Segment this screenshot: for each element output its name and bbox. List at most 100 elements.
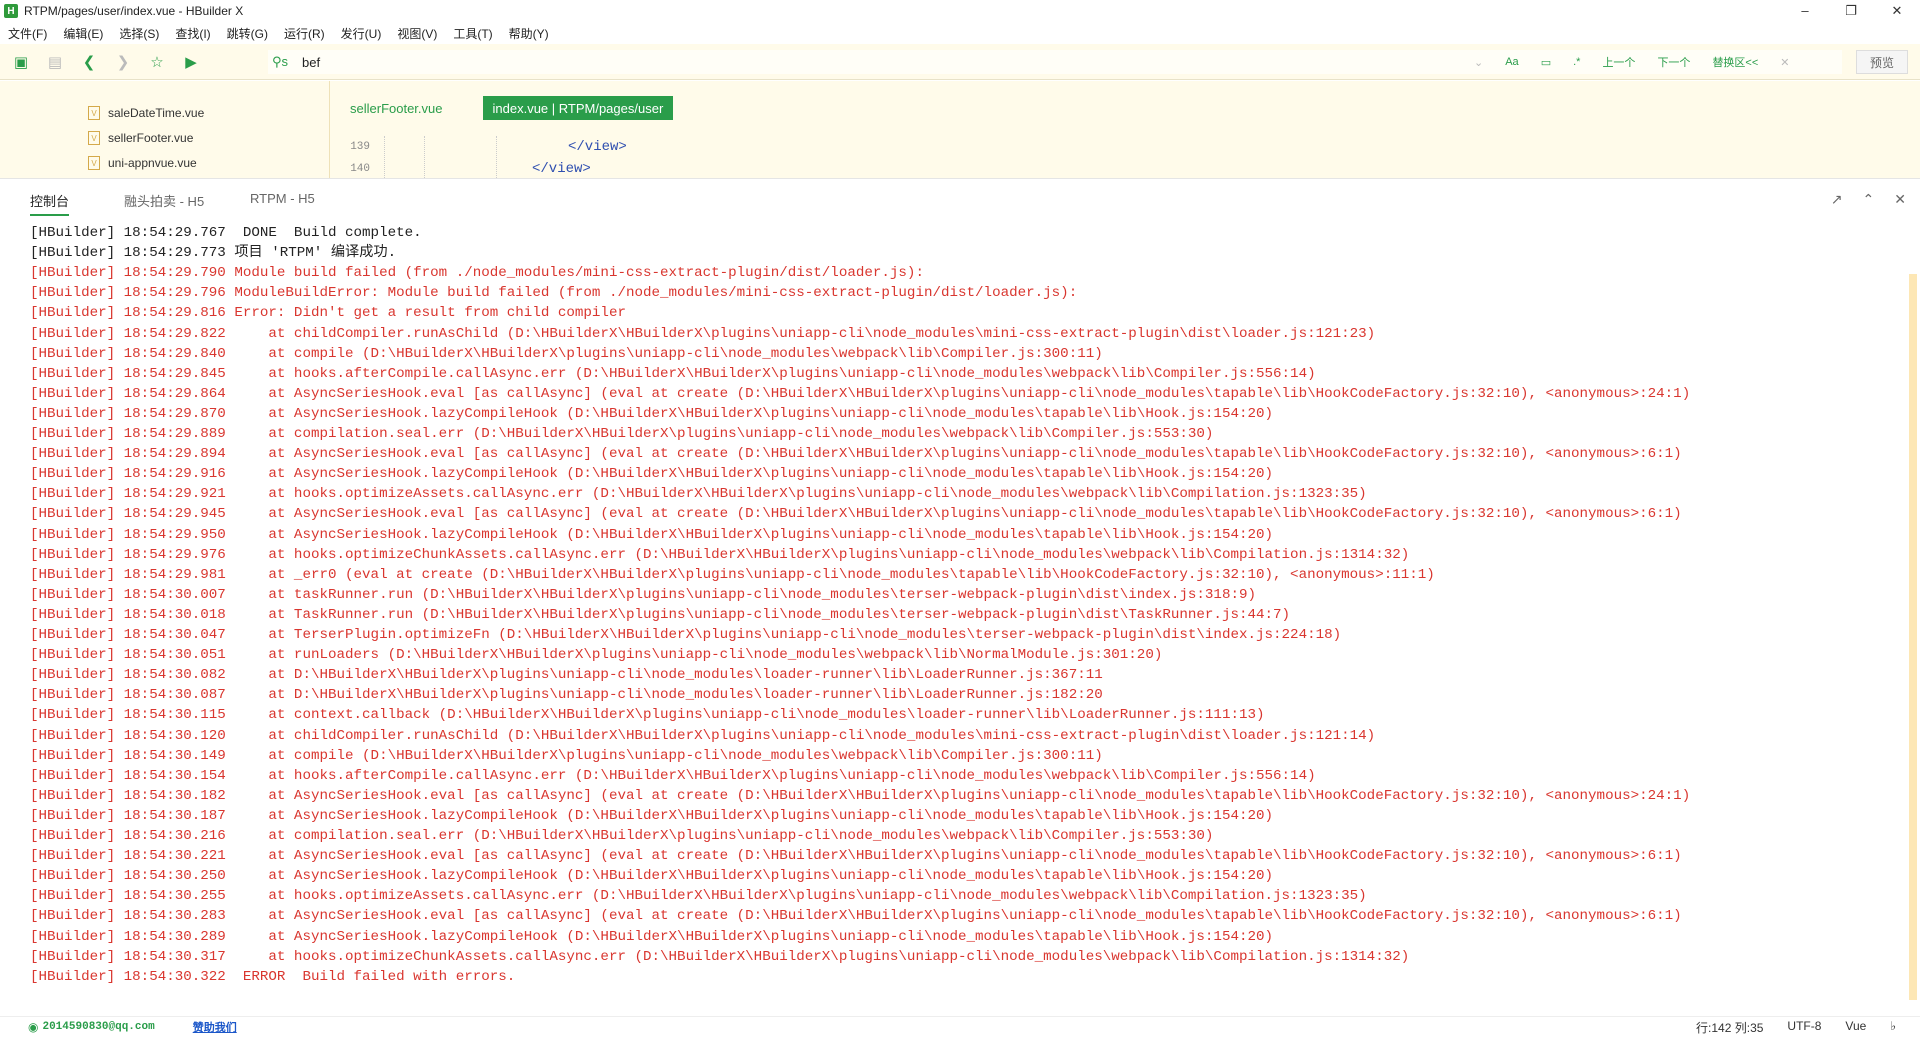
menu-file[interactable]: 文件(F) [0, 25, 55, 42]
user-icon: ◉ [28, 1020, 39, 1034]
console-line: [HBuilder] 18:54:29.822 at childCompiler… [30, 325, 1376, 342]
tab-console[interactable]: 控制台 [30, 191, 70, 216]
chevron-down-icon[interactable]: ⌄ [1474, 56, 1483, 69]
console-line: [HBuilder] 18:54:30.149 at compile (D:\H… [30, 747, 1103, 764]
save-icon[interactable]: ▤ [42, 49, 68, 75]
console-line: [HBuilder] 18:54:29.916 at AsyncSeriesHo… [30, 466, 1274, 483]
next-button[interactable]: 下一个 [1657, 54, 1690, 70]
menu-select[interactable]: 选择(S) [111, 25, 167, 42]
tree-item[interactable]: V saleDateTime.vue [88, 103, 204, 123]
scrollbar-thumb[interactable] [1909, 274, 1917, 1000]
preview-button[interactable]: 预览 [1856, 50, 1908, 74]
vue-file-icon: V [88, 156, 100, 170]
cursor-position[interactable]: 行:142 列:35 [1696, 1019, 1763, 1036]
console-line: [HBuilder] 18:54:29.845 at hooks.afterCo… [30, 365, 1316, 382]
close-console-icon[interactable]: ✕ [1894, 191, 1906, 208]
tree-item-label: sellerFooter.vue [108, 131, 194, 145]
tree-item[interactable]: V uni-appnvue.vue [88, 153, 197, 173]
back-icon[interactable]: ❮ [76, 49, 102, 75]
tab-seller-footer[interactable]: sellerFooter.vue [340, 96, 453, 120]
tab-auction-h5[interactable]: 融头拍卖 - H5 [124, 191, 204, 210]
console-line: [HBuilder] 18:54:29.889 at compilation.s… [30, 426, 1214, 442]
menu-help[interactable]: 帮助(Y) [501, 25, 557, 42]
code-line: </view> [568, 139, 627, 155]
status-bar: ◉ 2014590830@qq.com 赞助我们 行:142 列:35 UTF-… [0, 1016, 1920, 1037]
console-line: [HBuilder] 18:54:29.921 at hooks.optimiz… [30, 486, 1367, 503]
editor-tabs: sellerFooter.vue index.vue | RTPM/pages/… [340, 96, 674, 120]
console-line: [HBuilder] 18:54:30.007 at taskRunner.ru… [30, 586, 1256, 603]
tree-item-label: saleDateTime.vue [108, 106, 205, 120]
console-line: [HBuilder] 18:54:29.840 at compile (D:\H… [30, 345, 1103, 362]
editor-area: V saleDateTime.vue V sellerFooter.vue V … [0, 81, 1920, 178]
console-line: [HBuilder] 18:54:29.976 at hooks.optimiz… [30, 546, 1410, 563]
console-line: [HBuilder] 18:54:30.051 at runLoaders (D… [30, 647, 1163, 664]
minimize-icon[interactable]: – [1782, 3, 1828, 19]
sponsor-link[interactable]: 赞助我们 [193, 1019, 237, 1035]
close-find-icon[interactable]: ✕ [1780, 56, 1789, 69]
tree-item[interactable]: V sellerFooter.vue [88, 128, 193, 148]
menu-tools[interactable]: 工具(T) [445, 25, 500, 42]
line-number: 139 [350, 141, 370, 153]
console-output[interactable]: [HBuilder] 18:54:29.767 DONE Build compl… [0, 222, 1906, 1012]
star-icon[interactable]: ☆ [144, 49, 170, 75]
console-line: [HBuilder] 18:54:30.250 at AsyncSeriesHo… [30, 868, 1274, 885]
maximize-icon[interactable]: ❐ [1828, 3, 1874, 19]
run-icon[interactable]: ▶ [178, 49, 204, 75]
new-file-icon[interactable]: ▣ [8, 49, 34, 75]
menu-bar: 文件(F) 编辑(E) 选择(S) 查找(I) 跳转(G) 运行(R) 发行(U… [0, 22, 1920, 44]
encoding[interactable]: UTF-8 [1787, 1019, 1821, 1036]
console-line: [HBuilder] 18:54:30.120 at childCompiler… [30, 727, 1376, 744]
find-bar: ⚲s ⌄ Aa ▭ .* 上一个 下一个 替换区<< ✕ [268, 50, 1842, 74]
menu-run[interactable]: 运行(R) [276, 25, 333, 42]
menu-edit[interactable]: 编辑(E) [55, 25, 111, 42]
close-icon[interactable]: ✕ [1874, 3, 1920, 19]
console-line: [HBuilder] 18:54:29.945 at AsyncSeriesHo… [30, 506, 1682, 523]
console-line: [HBuilder] 18:54:29.981 at _err0 (eval a… [30, 566, 1435, 583]
bell-icon[interactable]: ♭ [1890, 1019, 1896, 1036]
tab-rtpm-h5[interactable]: RTPM - H5 [250, 191, 315, 206]
prev-button[interactable]: 上一个 [1602, 54, 1635, 70]
console-line: [HBuilder] 18:54:29.950 at AsyncSeriesHo… [30, 526, 1274, 543]
regex-icon[interactable]: .* [1573, 56, 1580, 68]
console-line: [HBuilder] 18:54:29.767 DONE Build compl… [30, 225, 422, 241]
console-line: [HBuilder] 18:54:30.221 at AsyncSeriesHo… [30, 848, 1682, 865]
status-user[interactable]: 2014590830@qq.com [42, 1021, 154, 1033]
vue-file-icon: V [88, 106, 100, 120]
console-line: [HBuilder] 18:54:29.773 项目 'RTPM' 编译成功. [30, 245, 397, 262]
console-line: [HBuilder] 18:54:30.289 at AsyncSeriesHo… [30, 928, 1274, 945]
tab-index-vue[interactable]: index.vue | RTPM/pages/user [482, 96, 674, 120]
console-line: [HBuilder] 18:54:30.082 at D:\HBuilderX\… [30, 667, 1103, 684]
console-line: [HBuilder] 18:54:30.322 ERROR Build fail… [30, 968, 516, 985]
console-line: [HBuilder] 18:54:30.154 at hooks.afterCo… [30, 767, 1316, 784]
open-external-icon[interactable]: ↗ [1831, 191, 1843, 208]
menu-find[interactable]: 查找(I) [167, 25, 218, 42]
match-case-toggle[interactable]: Aa [1505, 56, 1518, 68]
console-line: [HBuilder] 18:54:30.018 at TaskRunner.ru… [30, 606, 1291, 623]
search-input[interactable] [302, 54, 1452, 70]
menu-goto[interactable]: 跳转(G) [219, 25, 276, 42]
title-bar: H RTPM/pages/user/index.vue - HBuilder X… [0, 0, 1920, 22]
console-line: [HBuilder] 18:54:30.087 at D:\HBuilderX\… [30, 687, 1103, 704]
tree-item-label: uni-appnvue.vue [108, 156, 197, 170]
console-line: [HBuilder] 18:54:29.790 Module build fai… [30, 265, 924, 282]
line-number: 140 [350, 163, 370, 175]
language-mode[interactable]: Vue [1845, 1019, 1866, 1036]
whole-word-icon[interactable]: ▭ [1541, 56, 1551, 69]
console-line: [HBuilder] 18:54:29.796 ModuleBuildError… [30, 285, 1078, 302]
window-title: RTPM/pages/user/index.vue - HBuilder X [24, 4, 244, 18]
console-line: [HBuilder] 18:54:30.283 at AsyncSeriesHo… [30, 908, 1682, 925]
console-line: [HBuilder] 18:54:29.816 Error: Didn't ge… [30, 305, 626, 322]
console-scrollbar[interactable] [1906, 222, 1920, 1012]
console-line: [HBuilder] 18:54:29.864 at AsyncSeriesHo… [30, 385, 1691, 402]
replace-toggle-button[interactable]: 替换区<< [1712, 54, 1758, 70]
console-line: [HBuilder] 18:54:30.115 at context.callb… [30, 707, 1265, 724]
console-line: [HBuilder] 18:54:30.182 at AsyncSeriesHo… [30, 787, 1691, 804]
vue-file-icon: V [88, 131, 100, 145]
code-view[interactable]: </view> </view> [380, 136, 627, 180]
menu-view[interactable]: 视图(V) [389, 25, 445, 42]
console-line: [HBuilder] 18:54:30.187 at AsyncSeriesHo… [30, 807, 1274, 824]
menu-publish[interactable]: 发行(U) [333, 25, 390, 42]
console-line: [HBuilder] 18:54:29.894 at AsyncSeriesHo… [30, 446, 1682, 463]
forward-icon[interactable]: ❯ [110, 49, 136, 75]
collapse-icon[interactable]: ⌃ [1863, 191, 1875, 208]
